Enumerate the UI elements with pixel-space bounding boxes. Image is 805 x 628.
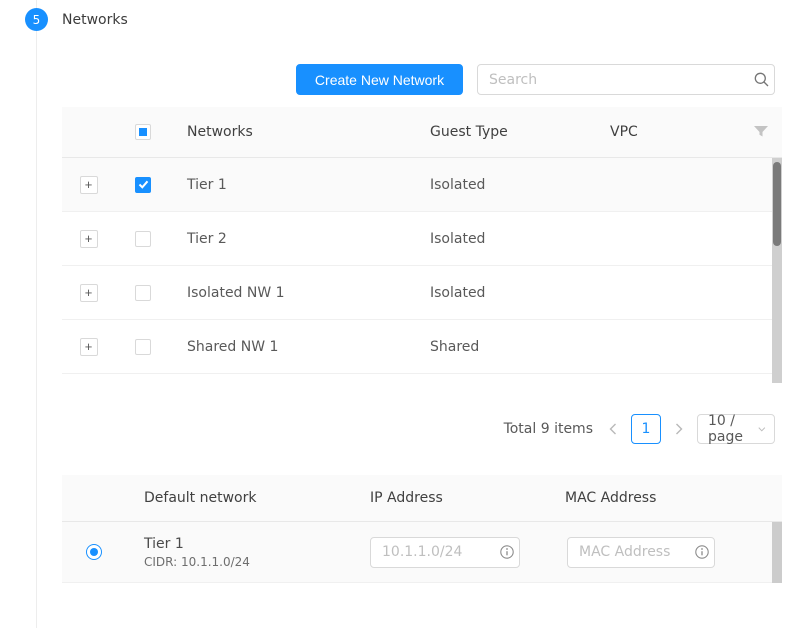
default-network-row[interactable]: Tier 1 CIDR: 10.1.1.0/24 [62,522,772,583]
select-all-cell [115,124,171,140]
network-name: Tier 2 [171,231,414,247]
table-scrollbar-track[interactable] [772,158,782,383]
row-checkbox[interactable] [135,231,151,247]
next-page-button[interactable] [669,414,689,444]
expand-row-button[interactable]: + [80,284,98,302]
indeterminate-mark-icon [139,128,147,136]
page-number-button[interactable]: 1 [631,414,661,444]
ip-address-input-box[interactable] [370,537,520,568]
table-scrollbar-track[interactable] [772,522,782,583]
prev-page-button[interactable] [603,414,623,444]
column-header-ip-address: IP Address [354,490,549,506]
default-network-cidr: CIDR: 10.1.1.0/24 [144,555,354,569]
mac-info-icon[interactable] [690,545,714,559]
mac-address-input[interactable] [568,544,690,560]
vpc-value [594,158,772,211]
search-icon[interactable] [748,72,774,87]
guest-type: Isolated [414,231,594,247]
table-row[interactable]: + Isolated NW 1 Isolated [62,266,772,320]
default-network-radio[interactable] [86,544,102,560]
table-scrollbar-thumb[interactable] [773,162,781,246]
default-network-table-header: Default network IP Address MAC Address [62,475,782,522]
column-header-guest-type: Guest Type [414,124,594,140]
plus-icon: + [85,285,93,300]
column-header-default-network: Default network [126,490,354,506]
guest-type: Isolated [414,177,594,193]
chevron-left-icon [609,423,617,435]
pagination-total: Total 9 items [504,421,593,437]
wizard-step-badge: 5 [25,8,48,31]
expand-row-button[interactable]: + [80,230,98,248]
networks-table: Networks Guest Type VPC + Tier 1 Isolate… [62,107,782,383]
wizard-step-title: Networks [62,12,128,28]
plus-icon: + [85,231,93,246]
wizard-step-line [36,0,37,628]
vpc-value [594,320,772,373]
row-checkbox[interactable] [135,339,151,355]
vpc-value [594,266,772,319]
row-checkbox[interactable] [135,177,151,193]
default-network-table-body: Tier 1 CIDR: 10.1.1.0/24 [62,522,782,583]
vpc-filter-icon[interactable] [754,107,768,157]
page-size-value: 10 / page [708,413,758,445]
chevron-down-icon [758,426,766,433]
ip-address-input[interactable] [371,544,495,560]
network-name: Shared NW 1 [171,339,414,355]
default-network-table: Default network IP Address MAC Address T… [62,475,782,583]
networks-table-body: + Tier 1 Isolated + Tier 2 Isolated + Is… [62,158,782,383]
table-row[interactable]: + Tier 1 Isolated [62,158,772,212]
create-new-network-button[interactable]: Create New Network [296,64,463,95]
mac-address-input-box[interactable] [567,537,715,568]
guest-type: Isolated [414,285,594,301]
column-header-mac-address: MAC Address [549,490,782,506]
vpc-value [594,212,772,265]
default-network-name: Tier 1 [144,536,354,552]
select-all-checkbox[interactable] [135,124,151,140]
networks-step-panel: 5 Networks Create New Network Networks G… [0,0,805,628]
vpc-header-label: VPC [610,124,638,140]
guest-type: Shared [414,339,594,355]
search-box[interactable] [477,64,775,95]
expand-row-button[interactable]: + [80,176,98,194]
chevron-right-icon [675,423,683,435]
ip-info-icon[interactable] [495,545,519,559]
plus-icon: + [85,177,93,192]
table-row[interactable]: + Shared NW 1 Shared [62,320,772,374]
column-header-networks: Networks [171,124,414,140]
plus-icon: + [85,339,93,354]
networks-table-header: Networks Guest Type VPC [62,107,782,158]
pagination: Total 9 items 1 10 / page [504,414,775,444]
table-row[interactable]: + Tier 2 Isolated [62,212,772,266]
expand-row-button[interactable]: + [80,338,98,356]
search-input[interactable] [478,72,748,88]
network-name: Tier 1 [171,177,414,193]
column-header-vpc: VPC [594,107,782,157]
radio-dot-icon [90,548,98,556]
page-size-select[interactable]: 10 / page [697,414,775,444]
check-icon [138,179,149,190]
network-name: Isolated NW 1 [171,285,414,301]
row-checkbox[interactable] [135,285,151,301]
